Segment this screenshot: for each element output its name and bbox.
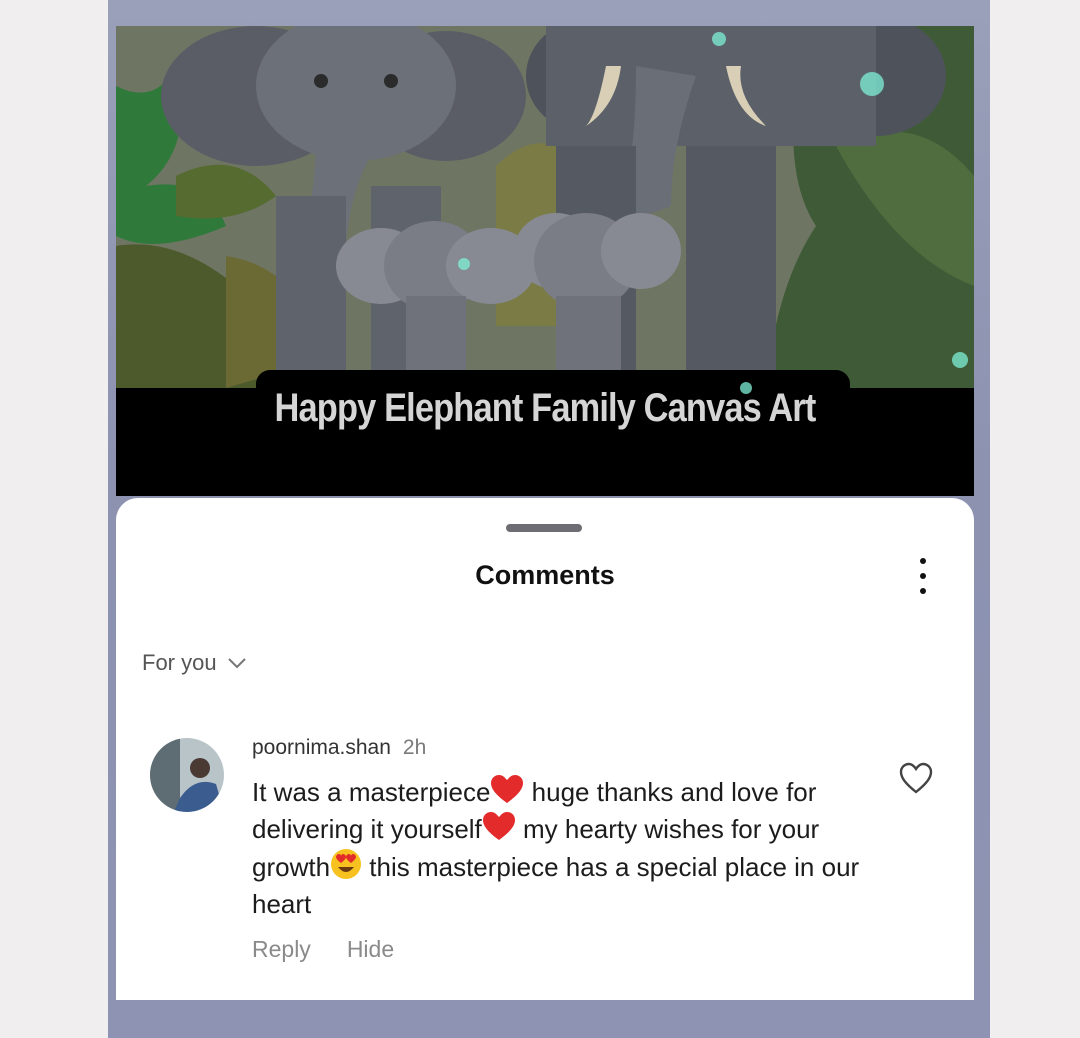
more-vertical-icon[interactable]: [912, 558, 934, 594]
filter-label: For you: [142, 650, 217, 675]
sort-filter-dropdown[interactable]: For you: [142, 650, 247, 676]
red-heart-emoji: [482, 812, 515, 840]
comment-header: poornima.shan 2h: [252, 736, 426, 760]
drag-handle[interactable]: [506, 524, 582, 532]
sparkle: [458, 258, 470, 270]
heart-eyes-emoji: [331, 849, 362, 879]
sparkle: [712, 32, 726, 46]
comments-sheet: Comments For you poornima.shan 2h It was …: [116, 498, 974, 1000]
sparkle: [740, 382, 752, 394]
heart-outline-icon[interactable]: [898, 762, 934, 796]
hide-button[interactable]: Hide: [347, 936, 394, 963]
comments-title: Comments: [475, 560, 615, 590]
comment-timestamp: 2h: [402, 736, 427, 759]
sparkle: [860, 72, 884, 96]
avatar-image: [150, 738, 224, 812]
post-media[interactable]: Happy Elephant Family Canvas Art: [116, 26, 974, 496]
red-heart-emoji: [491, 775, 524, 803]
reply-button[interactable]: Reply: [252, 936, 311, 963]
post-caption: Happy Elephant Family Canvas Art: [274, 386, 817, 430]
comment-text: It was a masterpiece huge thanks and lov…: [252, 774, 892, 923]
comment-username[interactable]: poornima.shan: [252, 736, 391, 759]
elephant-family-artwork: [116, 26, 974, 388]
comment-actions: Reply Hide: [252, 936, 394, 963]
sparkle: [952, 352, 968, 368]
comment-text-part: It was a masterpiece: [252, 777, 491, 807]
chevron-down-icon: [227, 658, 246, 669]
avatar[interactable]: [150, 738, 224, 812]
